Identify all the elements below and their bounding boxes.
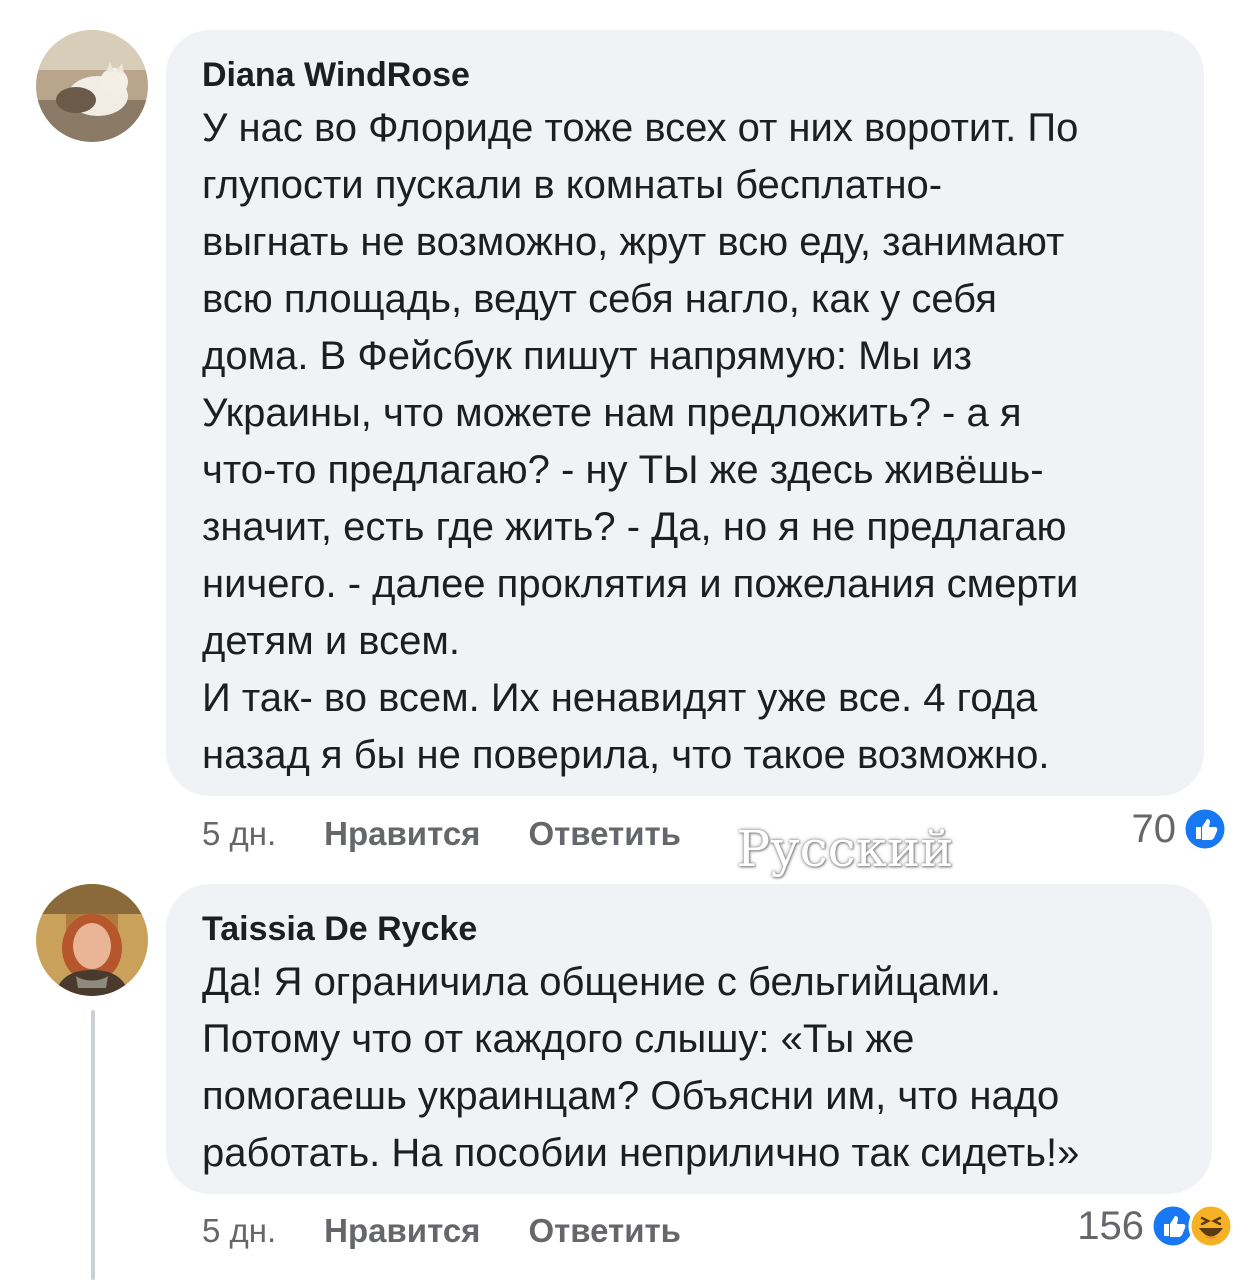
reaction-summary[interactable]: 70 bbox=[1132, 806, 1229, 852]
avatar[interactable] bbox=[36, 884, 148, 996]
comment-text: Да! Я ограничила общение с бельгийцами. … bbox=[202, 960, 1080, 1175]
avatar[interactable] bbox=[36, 30, 148, 142]
comment-actions: 5 дн. Нравится Ответить bbox=[202, 1206, 729, 1256]
comment-timestamp[interactable]: 5 дн. bbox=[202, 815, 276, 853]
comment-actions: 5 дн. Нравится Ответить bbox=[202, 809, 729, 859]
haha-icon bbox=[1188, 1203, 1234, 1249]
comment-text: У нас во Флориде тоже всех от них вороти… bbox=[202, 106, 1079, 777]
avatar-woman-photo bbox=[36, 884, 148, 996]
reply-button[interactable]: Ответить bbox=[528, 1212, 681, 1250]
comment-author[interactable]: Diana WindRose bbox=[202, 56, 470, 95]
like-button[interactable]: Нравится bbox=[324, 815, 480, 853]
like-icon bbox=[1182, 806, 1228, 852]
thread-line bbox=[91, 1010, 95, 1280]
comment-timestamp[interactable]: 5 дн. bbox=[202, 1212, 276, 1250]
avatar-cat-photo bbox=[36, 30, 148, 142]
reply-button[interactable]: Ответить bbox=[528, 815, 681, 853]
like-button[interactable]: Нравится bbox=[324, 1212, 480, 1250]
reaction-count: 156 bbox=[1077, 1203, 1144, 1248]
reaction-summary[interactable]: 156 bbox=[1077, 1203, 1234, 1249]
comment-author[interactable]: Taissia De Rycke bbox=[202, 910, 477, 949]
reaction-count: 70 bbox=[1131, 806, 1177, 851]
